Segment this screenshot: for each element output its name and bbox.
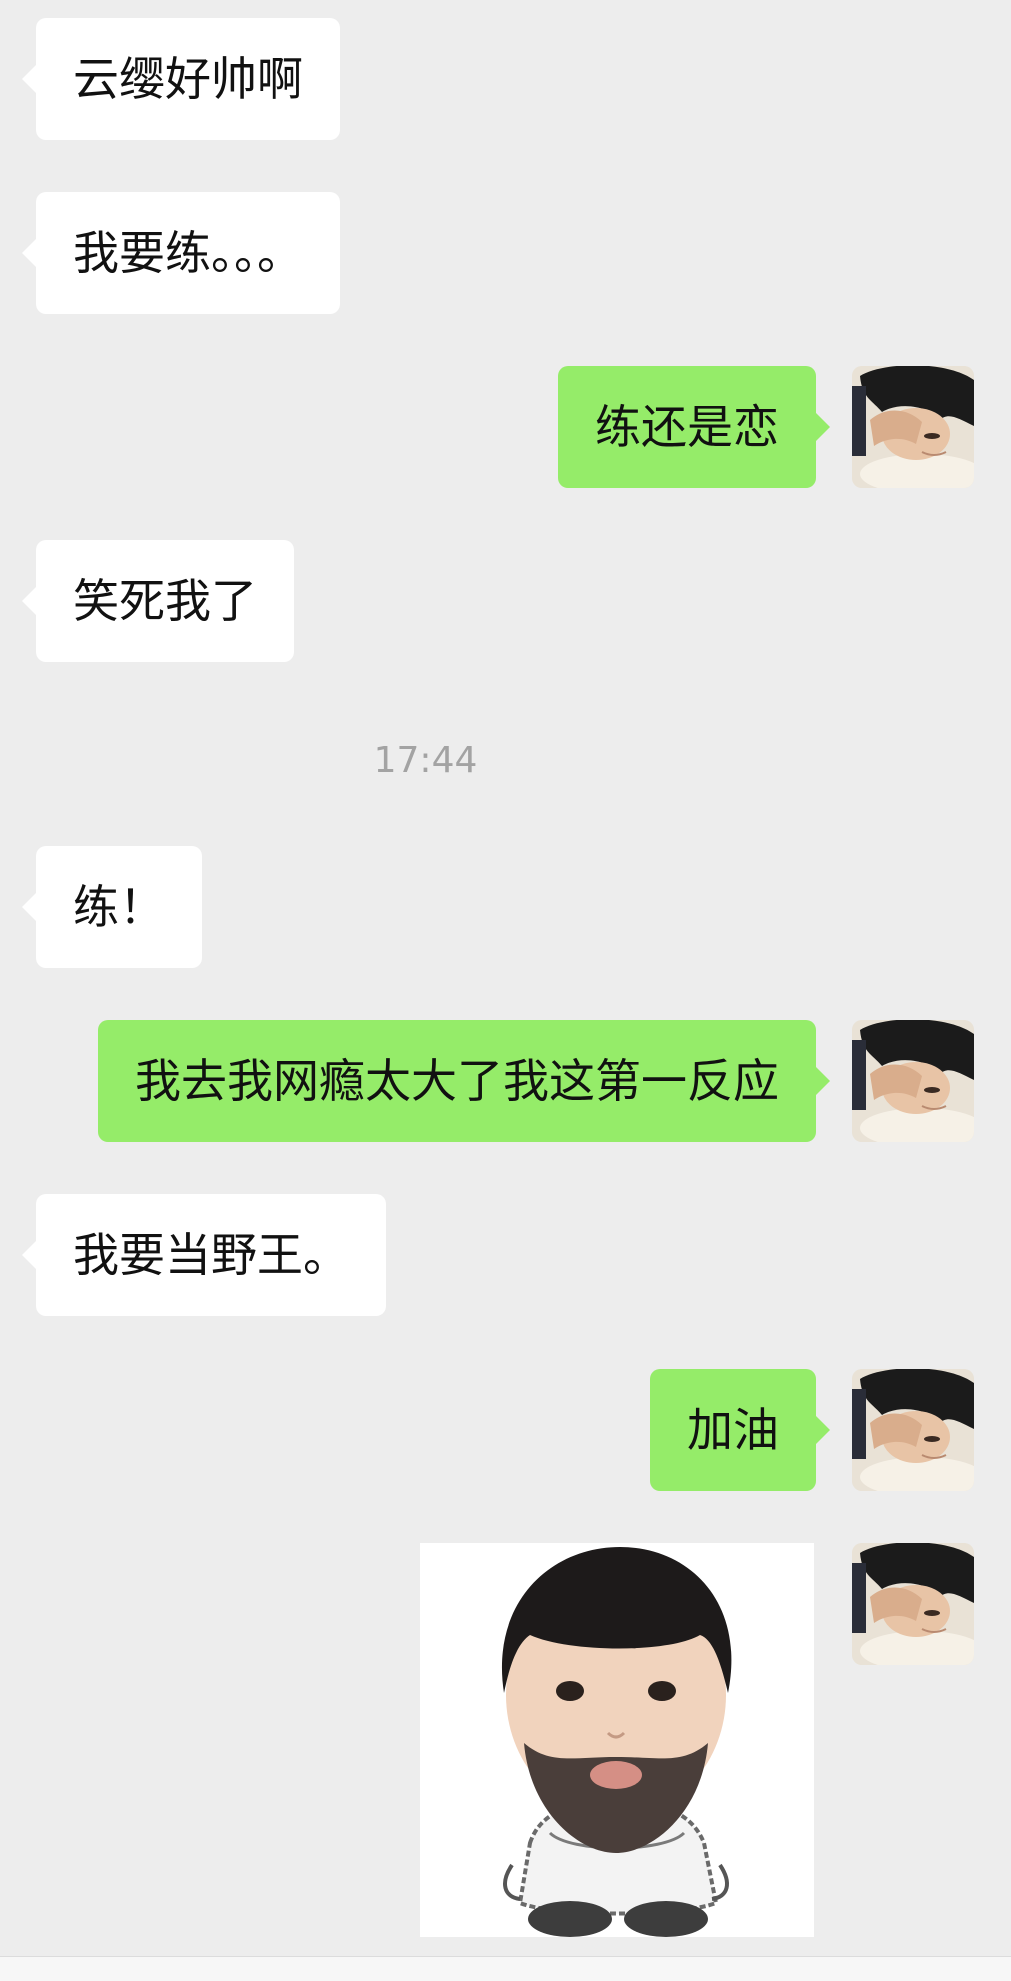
bearded-baby-sticker-icon — [420, 1543, 814, 1937]
avatar-photo-icon — [852, 1369, 974, 1491]
incoming-message-bubble[interactable]: 笑死我了 — [22, 540, 294, 662]
chat-message-area[interactable]: 云缨好帅啊 我要练。。。 练还是恋 笑死我了 17:44 练！ 我去我网瘾太大了… — [0, 0, 1011, 1981]
incoming-message-bubble[interactable]: 云缨好帅啊 — [22, 18, 340, 140]
user-avatar[interactable] — [852, 1543, 974, 1665]
avatar-photo-icon — [852, 1020, 974, 1142]
incoming-message-bubble[interactable]: 我要当野王。 — [22, 1194, 386, 1316]
avatar-photo-icon — [852, 366, 974, 488]
incoming-message-bubble[interactable]: 我要练。。。 — [22, 192, 340, 314]
outgoing-message-bubble[interactable]: 我去我网瘾太大了我这第一反应 — [98, 1020, 830, 1142]
bottom-input-bar — [0, 1956, 1011, 1981]
user-avatar[interactable] — [852, 1020, 974, 1142]
sticker-message[interactable] — [420, 1543, 814, 1937]
user-avatar[interactable] — [852, 1369, 974, 1491]
outgoing-message-bubble[interactable]: 加油 — [650, 1369, 830, 1491]
avatar-photo-icon — [852, 1543, 974, 1665]
user-avatar[interactable] — [852, 366, 974, 488]
incoming-message-bubble[interactable]: 练！ — [22, 846, 202, 968]
message-timestamp: 17:44 — [373, 740, 478, 781]
outgoing-message-bubble[interactable]: 练还是恋 — [558, 366, 830, 488]
